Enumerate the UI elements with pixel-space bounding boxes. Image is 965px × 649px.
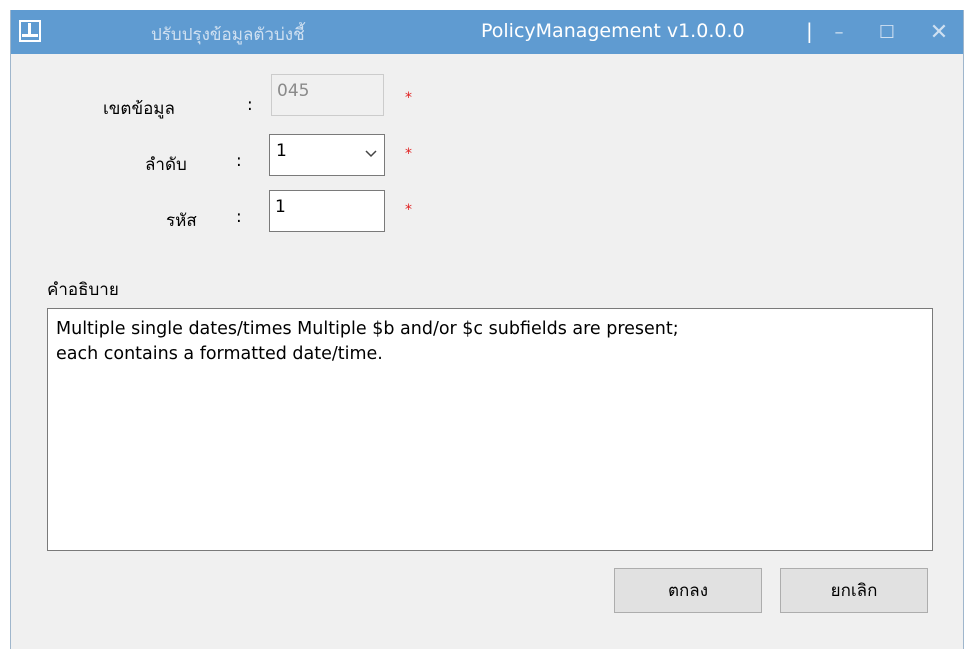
sequence-value: 1 bbox=[276, 141, 287, 161]
data-zone-label: เขตข้อมูล bbox=[103, 99, 175, 119]
title-bar[interactable]: ปรับปรุงข้อมูลตัวบ่งชี้ PolicyManagement… bbox=[11, 10, 963, 54]
app-window-icon bbox=[18, 19, 42, 43]
close-button[interactable]: ✕ bbox=[923, 18, 955, 46]
code-label: รหัส bbox=[166, 211, 197, 231]
code-field[interactable]: 1 bbox=[269, 190, 385, 232]
maximize-button[interactable]: ☐ bbox=[871, 18, 903, 46]
minimize-button[interactable]: – bbox=[823, 18, 855, 46]
sequence-colon: : bbox=[236, 151, 242, 171]
description-textarea[interactable]: Multiple single dates/times Multiple $b … bbox=[47, 308, 933, 551]
data-zone-colon: : bbox=[247, 95, 253, 115]
data-zone-field: 045 bbox=[271, 74, 384, 116]
chevron-down-icon bbox=[364, 145, 378, 159]
ok-button[interactable]: ตกลง bbox=[614, 568, 762, 613]
window-title: ปรับปรุงข้อมูลตัวบ่งชี้ bbox=[151, 25, 305, 45]
sequence-label: ลำดับ bbox=[145, 155, 187, 175]
title-separator: | bbox=[806, 19, 813, 43]
description-label: คำอธิบาย bbox=[47, 280, 119, 300]
data-zone-required-mark: * bbox=[405, 90, 412, 106]
sequence-required-mark: * bbox=[405, 146, 412, 162]
code-required-mark: * bbox=[405, 202, 412, 218]
cancel-button[interactable]: ยกเลิก bbox=[780, 568, 928, 613]
app-name: PolicyManagement v1.0.0.0 bbox=[481, 20, 745, 42]
sequence-combo[interactable]: 1 bbox=[269, 134, 385, 176]
code-colon: : bbox=[236, 207, 242, 227]
dialog-window: ปรับปรุงข้อมูลตัวบ่งชี้ PolicyManagement… bbox=[10, 10, 964, 649]
